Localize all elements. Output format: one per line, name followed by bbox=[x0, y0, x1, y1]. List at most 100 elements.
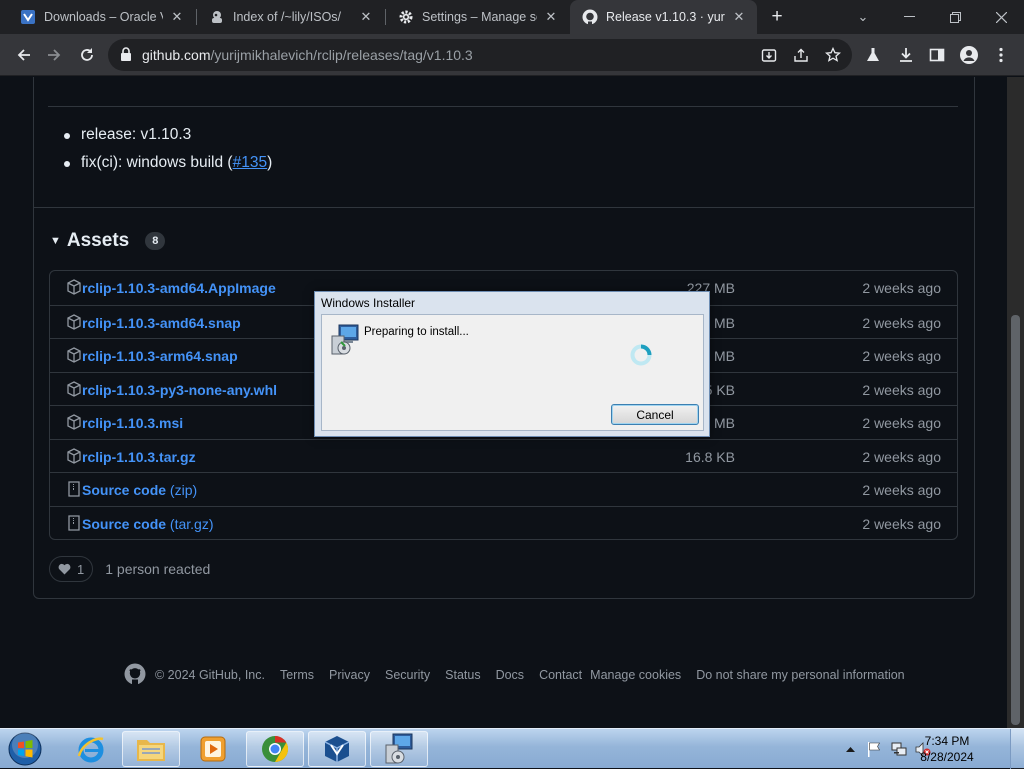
footer-link-security[interactable]: Security bbox=[385, 668, 430, 682]
virtualbox-icon bbox=[324, 736, 350, 762]
taskbar-chrome[interactable] bbox=[246, 731, 304, 767]
heart-icon bbox=[58, 563, 71, 575]
busy-spinner-icon bbox=[630, 344, 652, 371]
taskbar-media-player[interactable] bbox=[184, 731, 242, 767]
asset-date: 2 weeks ago bbox=[862, 516, 941, 532]
media-player-icon bbox=[200, 736, 226, 762]
asset-link[interactable]: Source code (zip) bbox=[82, 482, 197, 498]
url-path: /yurijmikhalevich/rclip/releases/tag/v1.… bbox=[210, 47, 473, 63]
footer-link-status[interactable]: Status bbox=[445, 668, 480, 682]
side-panel-icon[interactable] bbox=[928, 46, 946, 64]
tab-release-rclip[interactable]: Release v1.10.3 · yurijmikhalevich/rclip… bbox=[570, 0, 757, 34]
back-button[interactable] bbox=[11, 42, 37, 68]
github-icon bbox=[582, 9, 598, 25]
asset-name: Source code bbox=[82, 482, 167, 498]
footer-link-docs[interactable]: Docs bbox=[496, 668, 524, 682]
asset-ext: (tar.gz) bbox=[169, 516, 214, 532]
taskbar-virtualbox[interactable] bbox=[308, 731, 366, 767]
dialog-body: Preparing to install... Cancel bbox=[321, 314, 704, 431]
labs-flask-icon[interactable] bbox=[864, 46, 882, 64]
taskbar-file-explorer[interactable] bbox=[122, 731, 180, 767]
taskbar-windows-installer[interactable] bbox=[370, 731, 428, 767]
footer-link-contact[interactable]: Contact bbox=[539, 668, 582, 682]
new-tab-button[interactable]: + bbox=[766, 7, 788, 27]
asset-link[interactable]: rclip-1.10.3.msi bbox=[82, 415, 183, 431]
package-icon bbox=[67, 381, 81, 397]
url-text: github.com/yurijmikhalevich/rclip/releas… bbox=[142, 47, 473, 63]
footer-link-terms[interactable]: Terms bbox=[280, 668, 314, 682]
restore-button[interactable] bbox=[932, 0, 978, 34]
issue-link[interactable]: #135 bbox=[233, 154, 267, 171]
close-icon[interactable]: ✕ bbox=[731, 9, 747, 25]
close-window-button[interactable] bbox=[978, 0, 1024, 34]
asset-date: 2 weeks ago bbox=[862, 382, 941, 398]
forward-button[interactable] bbox=[41, 42, 67, 68]
tray-expand-icon[interactable] bbox=[843, 729, 857, 769]
cancel-button[interactable]: Cancel bbox=[611, 404, 699, 425]
github-logo-icon[interactable] bbox=[124, 663, 146, 688]
asset-date: 2 weeks ago bbox=[862, 415, 941, 431]
close-icon[interactable]: ✕ bbox=[169, 9, 185, 25]
asset-link[interactable]: rclip-1.10.3-py3-none-any.whl bbox=[82, 382, 277, 398]
assets-count-badge: 8 bbox=[145, 232, 166, 250]
taskbar-clock[interactable]: 7:34 PM 8/28/2024 bbox=[912, 733, 982, 765]
asset-row[interactable]: rclip-1.10.3.tar.gz 16.8 KB 2 weeks ago bbox=[50, 439, 957, 473]
windows-installer-dialog: Windows Installer Preparing to install..… bbox=[314, 291, 710, 437]
close-icon[interactable]: ✕ bbox=[543, 9, 559, 25]
footer-link-manage-cookies[interactable]: Manage cookies bbox=[590, 668, 681, 682]
scrollbar-thumb[interactable] bbox=[1011, 315, 1020, 725]
tab-index-isos[interactable]: Index of /~lily/ISOs/ ✕ bbox=[197, 0, 384, 34]
installer-icon bbox=[330, 324, 360, 361]
dialog-title: Windows Installer bbox=[321, 296, 416, 310]
windows-taskbar: 7:34 PM 8/28/2024 bbox=[0, 728, 1024, 769]
asset-row[interactable]: Source code (zip) 2 weeks ago bbox=[50, 472, 957, 506]
asset-name: rclip-1.10.3.msi bbox=[82, 415, 184, 431]
asset-row[interactable]: Source code (tar.gz) 2 weeks ago bbox=[50, 506, 957, 540]
asset-link[interactable]: rclip-1.10.3.tar.gz bbox=[82, 449, 196, 465]
dialog-message: Preparing to install... bbox=[364, 326, 469, 338]
action-center-flag-icon[interactable] bbox=[864, 729, 884, 769]
asset-date: 2 weeks ago bbox=[862, 315, 941, 331]
arrow-right-icon bbox=[48, 49, 61, 61]
assets-header[interactable]: ▼ Assets 8 bbox=[50, 230, 166, 252]
reactions: 1 1 person reacted bbox=[49, 556, 210, 582]
chevron-down-icon[interactable]: ⌄ bbox=[840, 0, 886, 34]
browser-toolbar: github.com/yurijmikhalevich/rclip/releas… bbox=[0, 34, 1024, 76]
package-icon bbox=[67, 414, 81, 430]
tab-settings-search[interactable]: Settings – Manage search ✕ bbox=[386, 0, 569, 34]
asset-size: 16.8 KB bbox=[685, 449, 735, 465]
asset-link[interactable]: Source code (tar.gz) bbox=[82, 516, 214, 532]
asset-size: MB bbox=[714, 315, 735, 331]
star-icon[interactable] bbox=[824, 46, 842, 64]
close-icon[interactable]: ✕ bbox=[358, 9, 374, 25]
start-button[interactable] bbox=[4, 731, 46, 767]
network-icon[interactable] bbox=[888, 729, 910, 769]
profile-avatar-icon[interactable] bbox=[960, 46, 978, 64]
package-icon bbox=[67, 314, 81, 330]
url-host: github.com bbox=[142, 47, 211, 63]
show-desktop-button[interactable] bbox=[1010, 729, 1024, 769]
heart-reaction-button[interactable]: 1 bbox=[49, 556, 94, 582]
asset-name: rclip-1.10.3-amd64.snap bbox=[82, 315, 241, 331]
kebab-menu-icon[interactable] bbox=[992, 46, 1010, 64]
download-icon[interactable] bbox=[897, 46, 915, 64]
taskbar-internet-explorer[interactable] bbox=[62, 731, 120, 767]
file-zip-icon bbox=[68, 481, 80, 497]
page-scrollbar[interactable] bbox=[1007, 77, 1024, 728]
asset-link[interactable]: rclip-1.10.3-arm64.snap bbox=[82, 348, 238, 364]
address-bar[interactable]: github.com/yurijmikhalevich/rclip/releas… bbox=[108, 39, 852, 71]
install-app-icon[interactable] bbox=[760, 46, 778, 64]
release-note-text: release: v1.10.3 bbox=[81, 126, 192, 143]
footer-link-do-not-share[interactable]: Do not share my personal information bbox=[696, 668, 904, 682]
tab-downloads-oracle[interactable]: Downloads – Oracle VM ✕ bbox=[8, 0, 195, 34]
footer-link-privacy[interactable]: Privacy bbox=[329, 668, 370, 682]
share-icon[interactable] bbox=[792, 46, 810, 64]
asset-link[interactable]: rclip-1.10.3-amd64.AppImage bbox=[82, 280, 276, 296]
minimize-button[interactable] bbox=[886, 0, 932, 34]
release-note-text: fix(ci): windows build ( bbox=[81, 154, 233, 171]
asset-ext: (zip) bbox=[169, 482, 198, 498]
browser-tab-bar: Downloads – Oracle VM ✕ Index of /~lily/… bbox=[0, 0, 1024, 34]
asset-name: rclip-1.10.3-py3-none-any.whl bbox=[82, 382, 278, 398]
asset-link[interactable]: rclip-1.10.3-amd64.snap bbox=[82, 315, 241, 331]
reload-button[interactable] bbox=[74, 42, 100, 68]
